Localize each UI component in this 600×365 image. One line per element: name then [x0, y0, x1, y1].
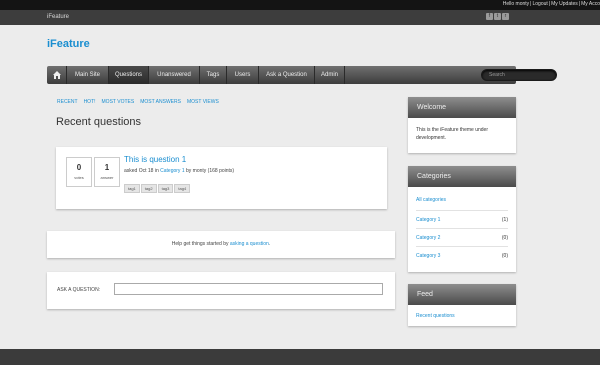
welcome-widget: Welcome This is the iFeature theme under…: [408, 97, 516, 153]
social-icons: ftr: [486, 13, 510, 20]
nav-main-site[interactable]: Main Site: [67, 66, 109, 84]
greeting: Hello monty: [502, 1, 530, 7]
my-updates-link[interactable]: My Updates: [551, 1, 578, 7]
categories-widget: Categories All categories Category 1 (1)…: [408, 166, 516, 272]
tag-link[interactable]: tag1: [124, 184, 140, 193]
nav-tags[interactable]: Tags: [200, 66, 227, 84]
help-box: Help get things started by asking a ques…: [47, 231, 395, 258]
tab-most-votes[interactable]: MOST VOTES: [102, 99, 135, 105]
nav-ask-question[interactable]: Ask a Question: [259, 66, 315, 84]
ask-question-input[interactable]: [114, 283, 383, 295]
meta-author: by monty (168 points): [186, 168, 235, 174]
nav-questions[interactable]: Questions: [109, 66, 149, 84]
category-name[interactable]: Category 1: [416, 217, 440, 223]
facebook-icon[interactable]: f: [486, 13, 493, 20]
user-links: Hello monty|Logout|My Updates|My Acco: [502, 1, 600, 7]
top-bar: iFeature ftr: [0, 10, 600, 25]
category-name[interactable]: Category 2: [416, 235, 440, 241]
feed-widget-title: Feed: [408, 284, 516, 305]
vote-count: 0: [76, 163, 82, 172]
footer: [0, 349, 600, 365]
ask-question-link[interactable]: asking a question: [230, 241, 269, 247]
question-sort-tabs: RECENT HOT! MOST VOTES MOST ANSWERS MOST VIE…: [57, 99, 225, 105]
site-name[interactable]: iFeature: [47, 14, 69, 20]
tag-link[interactable]: tag3: [157, 184, 174, 193]
all-categories-link[interactable]: All categories: [416, 187, 508, 210]
category-link[interactable]: Category 1: [160, 168, 184, 174]
tag-link[interactable]: tag4: [174, 184, 191, 193]
meta-asked: asked Oct 18 in: [124, 168, 159, 174]
tab-most-views[interactable]: MOST VIEWS: [187, 99, 219, 105]
search-input[interactable]: Search: [481, 69, 557, 81]
question-item: 0 votes 1 answer This is question 1 aske…: [56, 147, 387, 209]
welcome-text: This is the iFeature theme under develop…: [416, 127, 488, 141]
answer-count: 1: [104, 163, 110, 172]
help-text: Help get things started by: [171, 241, 229, 247]
category-count: (1): [501, 217, 508, 223]
tab-hot[interactable]: HOT!: [84, 99, 96, 105]
category-count: (0): [501, 235, 508, 241]
vote-count-box: 0 votes: [66, 157, 92, 187]
nav-users[interactable]: Users: [227, 66, 259, 84]
feed-widget: Feed Recent questions: [408, 284, 516, 326]
question-title-link[interactable]: This is question 1: [124, 155, 186, 164]
category-row[interactable]: Category 3 (0): [416, 246, 508, 264]
page-title: Recent questions: [56, 116, 141, 128]
my-account-link[interactable]: My Acco: [581, 1, 600, 7]
tag-link[interactable]: tag2: [140, 184, 157, 193]
question-meta: asked Oct 18 in Category 1 by monty (168…: [124, 168, 234, 174]
site-logo[interactable]: iFeature: [47, 38, 90, 50]
tag-list: tag1 tag2 tag3 tag4: [124, 184, 191, 193]
help-period: .: [268, 241, 271, 247]
home-button[interactable]: [47, 66, 67, 84]
main-nav: Main Site Questions Unanswered Tags User…: [47, 66, 557, 84]
welcome-widget-title: Welcome: [408, 97, 516, 118]
nav-admin[interactable]: Admin: [315, 66, 345, 84]
ask-label: ASK A QUESTION:: [57, 287, 101, 293]
logout-link[interactable]: Logout: [532, 1, 547, 7]
user-bar: Hello monty|Logout|My Updates|My Acco: [0, 0, 600, 10]
category-row[interactable]: Category 1 (1): [416, 210, 508, 228]
category-name[interactable]: Category 3: [416, 253, 440, 259]
nav-unanswered[interactable]: Unanswered: [149, 66, 200, 84]
categories-widget-title: Categories: [408, 166, 516, 187]
recent-questions-feed-link[interactable]: Recent questions: [408, 305, 516, 319]
answer-label: answer: [100, 175, 114, 180]
twitter-icon[interactable]: t: [494, 13, 501, 20]
rss-icon[interactable]: r: [502, 13, 509, 20]
category-row[interactable]: Category 2 (0): [416, 228, 508, 246]
tab-recent[interactable]: RECENT: [57, 99, 78, 105]
vote-label: votes: [74, 175, 84, 180]
tab-most-answers[interactable]: MOST ANSWERS: [140, 99, 181, 105]
category-count: (0): [501, 253, 508, 259]
home-icon: [53, 71, 61, 79]
ask-box: ASK A QUESTION:: [47, 272, 395, 309]
answer-count-box: 1 answer: [94, 157, 120, 187]
